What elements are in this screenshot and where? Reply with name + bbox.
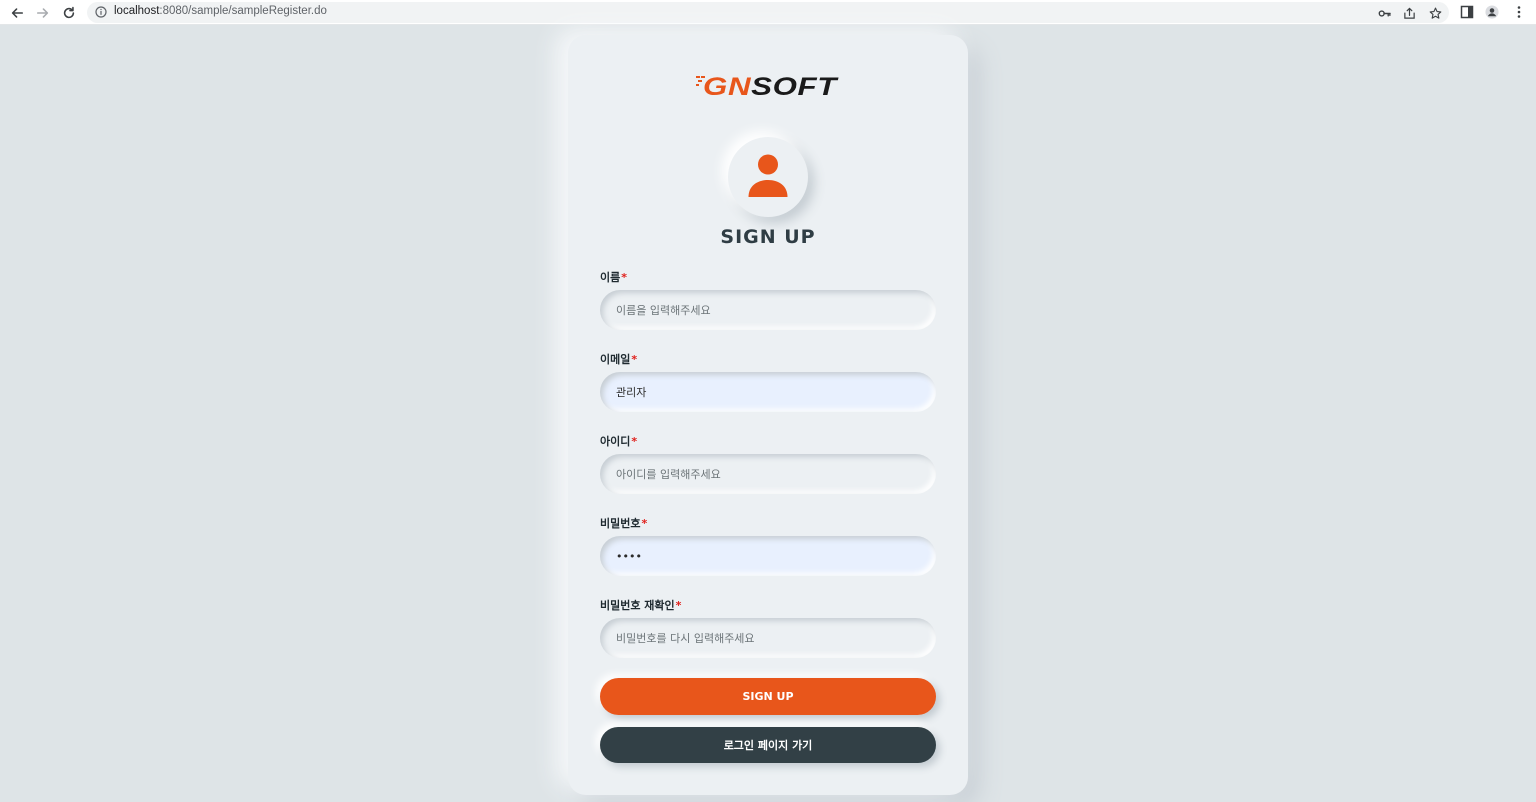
- key-icon[interactable]: [1377, 6, 1391, 20]
- email-label: 이메일*: [600, 351, 637, 367]
- side-panel-icon[interactable]: [1459, 4, 1475, 20]
- browser-toolbar: localhost:8080/sample/sampleRegister.do: [0, 0, 1536, 25]
- required-mark: *: [675, 599, 682, 612]
- url-text: localhost:8080/sample/sampleRegister.do: [114, 5, 327, 17]
- profile-avatar-icon[interactable]: [1484, 4, 1500, 20]
- required-mark: *: [631, 353, 638, 366]
- forward-arrow-icon[interactable]: [34, 4, 52, 21]
- name-label-text: 이름: [600, 271, 621, 284]
- userid-label-text: 아이디: [600, 435, 631, 448]
- more-menu-icon[interactable]: [1511, 4, 1527, 20]
- user-avatar: [728, 137, 808, 217]
- bookmark-star-icon[interactable]: [1428, 6, 1442, 20]
- password-input[interactable]: [600, 536, 936, 576]
- go-to-login-button[interactable]: 로그인 페이지 가기: [600, 727, 936, 763]
- reload-icon[interactable]: [60, 4, 78, 21]
- userid-input[interactable]: [600, 454, 936, 494]
- user-icon: [748, 154, 788, 197]
- userid-label: 아이디*: [600, 433, 637, 449]
- back-arrow-icon[interactable]: [8, 4, 26, 21]
- signup-card: GNSOFT SIGN UP 이름* 이메일* 아이디* 비밀번호* 비밀번호 …: [568, 35, 968, 795]
- page-title: SIGN UP: [720, 226, 816, 248]
- password-label-text: 비밀번호: [600, 517, 641, 530]
- password-confirm-label-text: 비밀번호 재확인: [600, 599, 675, 612]
- email-input[interactable]: [600, 372, 936, 412]
- url-path: :8080/sample/sampleRegister.do: [159, 5, 327, 17]
- site-info-icon[interactable]: [95, 6, 107, 18]
- address-bar[interactable]: localhost:8080/sample/sampleRegister.do: [87, 2, 1449, 23]
- password-confirm-label: 비밀번호 재확인*: [600, 597, 681, 613]
- signup-button[interactable]: SIGN UP: [600, 678, 936, 715]
- email-label-text: 이메일: [600, 353, 631, 366]
- required-mark: *: [621, 271, 628, 284]
- required-mark: *: [631, 435, 638, 448]
- password-confirm-input[interactable]: [600, 618, 936, 658]
- share-icon[interactable]: [1402, 6, 1416, 20]
- svg-text:GNSOFT: GN SOFT: [703, 73, 840, 98]
- password-label: 비밀번호*: [600, 515, 647, 531]
- required-mark: *: [641, 517, 648, 530]
- url-host: localhost: [114, 5, 160, 17]
- name-input[interactable]: [600, 290, 936, 330]
- gnsoft-logo: GN SOFT: [696, 73, 840, 98]
- name-label: 이름*: [600, 269, 627, 285]
